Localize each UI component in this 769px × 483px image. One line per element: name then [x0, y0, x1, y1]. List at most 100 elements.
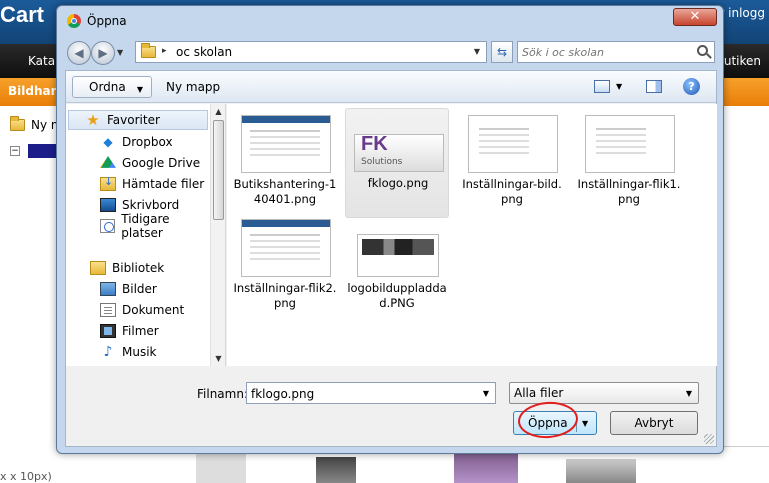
nav-item-catalog[interactable]: Katal [28, 54, 58, 68]
file-name: Butikshantering-140401.png [233, 177, 337, 206]
scrollbar-thumb[interactable] [213, 120, 224, 220]
dialog-body: Ordna ▼ Ny mapp ▼ ? ★ Favoriter ◆ Dropbo… [65, 70, 717, 447]
file-item[interactable]: Inställningar-bild.png [460, 110, 564, 220]
file-thumbnail [357, 234, 439, 277]
folder-icon [141, 43, 156, 58]
folder-icon [10, 116, 25, 131]
nav-scrollbar[interactable]: ▲ ▼ [210, 104, 225, 366]
organize-button[interactable]: Ordna ▼ [72, 76, 152, 98]
file-name: Inställningar-flik1.png [577, 177, 681, 206]
fk-logo-subtext: Solutions [361, 157, 403, 167]
cancel-button[interactable]: Avbryt [610, 411, 698, 435]
chevron-down-icon: ▼ [685, 389, 692, 398]
nav-item-google-drive[interactable]: Google Drive [66, 153, 210, 173]
file-item[interactable]: Inställningar-flik2.png [233, 214, 337, 324]
nav-item-documents[interactable]: Dokument [66, 300, 210, 320]
address-path[interactable]: oc skolan [176, 45, 232, 59]
file-name: Inställningar-flik2.png [233, 281, 337, 310]
file-thumbnail [468, 115, 558, 173]
command-bar: Ordna ▼ Ny mapp ▼ ? [66, 71, 716, 103]
nav-item-dropbox[interactable]: ◆ Dropbox [66, 132, 210, 152]
google-drive-icon [100, 156, 116, 168]
back-button[interactable]: ◀ [67, 41, 91, 65]
dropbox-icon: ◆ [103, 135, 113, 149]
refresh-button[interactable]: ⇆ [491, 41, 513, 63]
dialog-title: Öppna [87, 14, 127, 28]
help-icon[interactable]: ? [683, 78, 700, 95]
file-thumbnail [241, 115, 331, 173]
videos-icon [100, 324, 116, 338]
resize-grip[interactable] [704, 434, 714, 444]
nav-item-label: Hämtade filer [122, 177, 205, 191]
search-box[interactable] [517, 41, 715, 63]
file-item[interactable]: logobilduppladdad.PNG [345, 214, 449, 324]
chevron-down-icon[interactable]: ▼ [483, 389, 489, 398]
file-thumbnail [241, 219, 331, 277]
desktop-icon [100, 198, 116, 212]
app-logo: Cart [0, 2, 45, 27]
filename-combobox[interactable]: ▼ [246, 382, 496, 404]
nav-item-label: Tidigare platser [121, 212, 170, 240]
nav-item-label: Dokument [122, 303, 185, 317]
scroll-up-icon[interactable]: ▲ [211, 104, 226, 119]
address-dropdown-icon[interactable]: ▼ [474, 47, 480, 56]
image-thumb [196, 453, 246, 483]
forward-button[interactable]: ▶ [91, 41, 115, 65]
chevron-down-icon: ▼ [136, 85, 143, 94]
search-icon[interactable] [697, 45, 708, 56]
nav-item-label: Google Drive [122, 156, 201, 170]
file-name: logobilduppladdad.PNG [347, 281, 447, 310]
tree-expander[interactable]: − [10, 146, 20, 156]
fk-logo-text: FK [361, 133, 388, 155]
address-bar[interactable]: ▸ oc skolan ▼ [135, 41, 487, 63]
address-row: ◀ ▶ ▼ ▸ oc skolan ▼ ⇆ [65, 39, 717, 65]
file-list: Butikshantering-140401.png FK Solutions … [227, 104, 717, 366]
nav-item-libraries[interactable]: Bibliotek [66, 258, 210, 278]
preview-pane-icon[interactable] [646, 80, 662, 93]
nav-item-label: Bilder [122, 282, 157, 296]
new-folder-button[interactable]: Ny mapp [166, 80, 220, 94]
chrome-icon [67, 14, 81, 28]
image-thumb [316, 457, 356, 483]
new-folder-button[interactable]: Ny m [10, 116, 63, 132]
music-icon: ♪ [103, 344, 113, 360]
nav-item-label: Dropbox [122, 135, 173, 149]
nav-item-label: Favoriter [107, 113, 160, 127]
file-type-filter[interactable]: Alla filer ▼ [509, 382, 699, 404]
scroll-down-icon[interactable]: ▼ [211, 351, 226, 366]
change-view-icon[interactable] [594, 80, 610, 93]
nav-item-label: Skrivbord [122, 198, 180, 212]
file-type-value: Alla filer [514, 386, 564, 400]
nav-item-videos[interactable]: Filmer [66, 321, 210, 341]
close-button[interactable]: ✕ [673, 8, 717, 26]
pictures-icon [100, 282, 116, 296]
nav-item-downloads[interactable]: Hämtade filer [66, 174, 210, 194]
breadcrumb-separator-icon[interactable]: ▸ [162, 46, 167, 56]
file-thumbnail [585, 115, 675, 173]
libraries-icon [90, 261, 106, 275]
file-item-selected[interactable]: FK Solutions fklogo.png [345, 108, 449, 218]
open-options-dropdown-icon[interactable]: ▼ [582, 419, 588, 428]
nav-item-recent-places[interactable]: Tidigare platser [66, 212, 210, 240]
recent-locations-dropdown[interactable]: ▼ [117, 48, 123, 57]
star-icon: ★ [86, 111, 100, 129]
nav-item-pictures[interactable]: Bilder [66, 279, 210, 299]
downloads-icon [100, 175, 116, 191]
nav-item-label: Musik [122, 345, 157, 359]
folder-tree: − [10, 144, 68, 186]
nav-item-favorites[interactable]: ★ Favoriter [68, 110, 208, 130]
navigation-pane: ★ Favoriter ◆ Dropbox Google Drive Hämta… [66, 104, 226, 366]
view-options-dropdown[interactable]: ▼ [616, 82, 622, 91]
search-input[interactable] [522, 44, 686, 60]
image-thumb [454, 451, 518, 483]
open-file-dialog: Öppna ✕ ◀ ▶ ▼ ▸ oc skolan ▼ ⇆ Ordna ▼ Ny… [56, 5, 724, 454]
dialog-titlebar[interactable]: Öppna ✕ [57, 6, 723, 36]
filename-input[interactable] [251, 386, 471, 401]
file-item[interactable]: Inställningar-flik1.png [577, 110, 681, 220]
image-thumb [566, 459, 636, 483]
file-name: Inställningar-bild.png [462, 177, 562, 206]
filename-label: Filnamn: [197, 387, 248, 401]
nav-item-music[interactable]: ♪ Musik [66, 342, 210, 362]
file-name: fklogo.png [367, 176, 429, 190]
file-item[interactable]: Butikshantering-140401.png [233, 110, 337, 220]
